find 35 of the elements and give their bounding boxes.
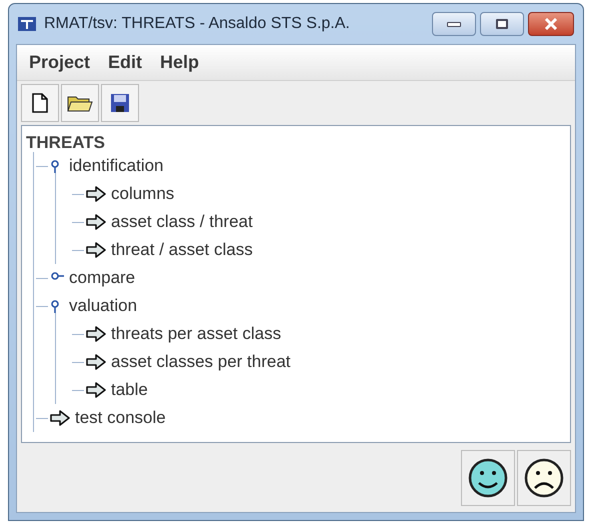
- arrow-icon: [86, 242, 106, 258]
- tree-item[interactable]: table: [111, 377, 148, 403]
- tree-item[interactable]: columns: [111, 181, 174, 207]
- smiley-icon: [467, 456, 509, 498]
- menu-item[interactable]: Project: [29, 49, 90, 76]
- tree-item[interactable]: identification: [69, 153, 164, 179]
- open-folder-button[interactable]: [61, 84, 99, 122]
- app-icon: [18, 17, 36, 31]
- tree-item[interactable]: asset class / threat: [111, 209, 253, 235]
- close-icon: [544, 18, 558, 30]
- tree-item[interactable]: test console: [75, 405, 166, 431]
- arrow-icon: [86, 382, 106, 398]
- maximize-button[interactable]: [480, 12, 524, 36]
- document-icon: [32, 93, 48, 113]
- minimize-button[interactable]: [432, 12, 476, 36]
- tree-item[interactable]: compare: [69, 265, 136, 291]
- frown-icon: [523, 456, 565, 498]
- arrow-icon: [86, 326, 106, 342]
- window-title: RMAT/tsv: THREATS - Ansaldo STS S.p.A.: [44, 14, 350, 34]
- arrow-icon: [86, 354, 106, 370]
- tree-root[interactable]: THREATS: [26, 130, 566, 154]
- arrow-icon: [50, 410, 70, 426]
- tree-item[interactable]: threat / asset class: [111, 237, 253, 263]
- tree-item[interactable]: threats per asset class: [111, 321, 282, 347]
- save-button[interactable]: [101, 84, 139, 122]
- tree-item[interactable]: valuation: [69, 293, 138, 319]
- new-file-button[interactable]: [21, 84, 59, 122]
- tree-item[interactable]: asset classes per threat: [111, 349, 291, 375]
- arrow-icon: [86, 186, 106, 202]
- sad-button[interactable]: [517, 450, 571, 506]
- close-button[interactable]: [528, 12, 574, 36]
- menu-item[interactable]: Help: [160, 49, 200, 76]
- arrow-icon: [86, 214, 106, 230]
- happy-button[interactable]: [461, 450, 515, 506]
- menu-item[interactable]: Edit: [108, 49, 142, 76]
